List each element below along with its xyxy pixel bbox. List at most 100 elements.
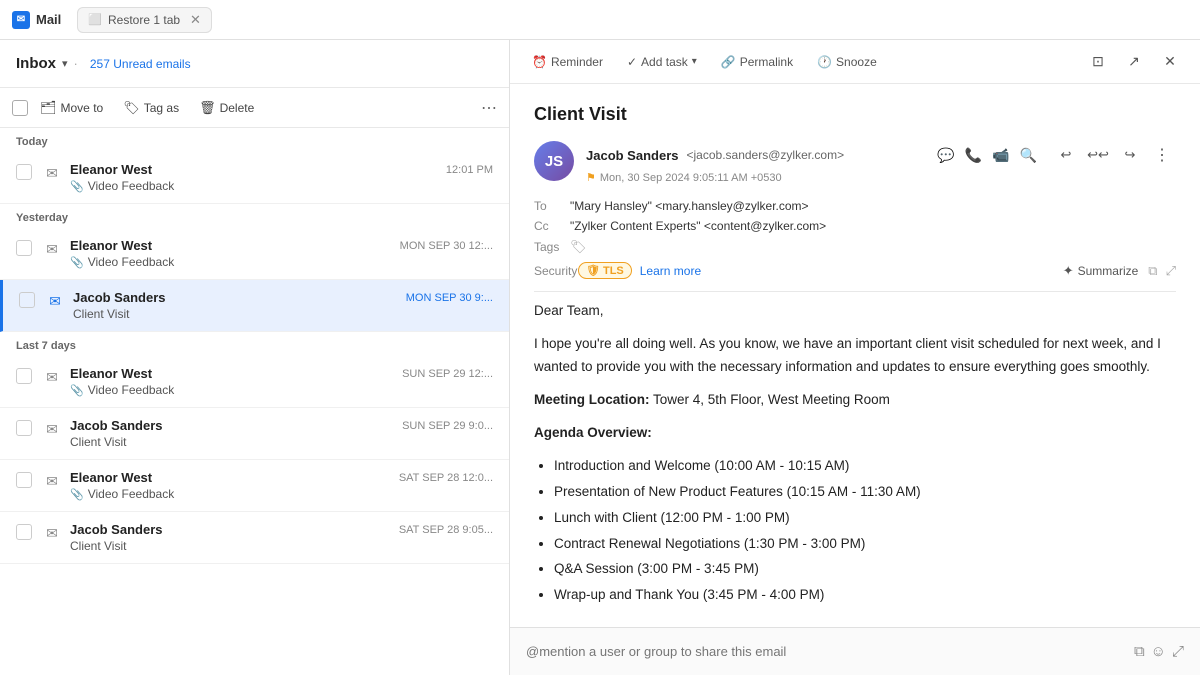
- summarize-share-icon: ⤢: [1166, 263, 1176, 279]
- tls-badge: 🛡 TLS: [578, 262, 632, 279]
- section-header-last7days: Last 7 days: [0, 332, 509, 356]
- list-item[interactable]: ✉ Jacob Sanders Client Visit SUN SEP 29 …: [0, 408, 509, 460]
- agenda-list: Introduction and Welcome (10:00 AM - 10:…: [554, 455, 1176, 608]
- reply-copy-icon[interactable]: ⧉: [1134, 643, 1145, 660]
- email-content: Eleanor West 📎 Video Feedback: [70, 470, 391, 501]
- email-content: Jacob Sanders Client Visit: [70, 522, 391, 553]
- move-to-label: Move to: [61, 101, 104, 115]
- email-time: SUN SEP 29 9:0...: [402, 420, 493, 432]
- reply-action-icons: ⧉ ☺ ⤢: [1134, 643, 1184, 660]
- list-item[interactable]: ✉ Eleanor West 📎 Video Feedback 12:01 PM: [0, 152, 509, 204]
- email-list: Today ✉ Eleanor West 📎 Video Feedback 12…: [0, 128, 509, 675]
- cc-value: "Zylker Content Experts" <content@zylker…: [570, 219, 1176, 233]
- email-subject-title: Client Visit: [534, 104, 1176, 125]
- email-content: Jacob Sanders Client Visit: [73, 290, 398, 321]
- app-icon: ✉: [12, 11, 30, 29]
- snooze-button[interactable]: 🕐 Snooze: [811, 51, 883, 73]
- avatar: JS: [534, 141, 574, 181]
- toolbar-left: ⏰ Reminder ✓ Add task ▾ 🔗 Permalink 🕐 Sn…: [526, 51, 1072, 73]
- attachment-icon: 📎: [70, 180, 84, 193]
- phone-icon[interactable]: 📞: [962, 144, 985, 167]
- sender-name: Jacob Sanders: [586, 148, 679, 163]
- forward-button[interactable]: ↪: [1116, 141, 1144, 169]
- reply-bar: ⧉ ☺ ⤢: [510, 627, 1200, 675]
- restore-tab-close[interactable]: ✕: [190, 12, 201, 28]
- email-checkbox[interactable]: [16, 472, 32, 488]
- date-text: Mon, 30 Sep 2024 9:05:11 AM +0530: [600, 172, 782, 184]
- inbox-caret-icon[interactable]: ▾: [62, 57, 68, 70]
- email-time: MON SEP 30 9:...: [406, 292, 493, 304]
- video-icon[interactable]: 📹: [989, 144, 1012, 167]
- delete-button[interactable]: 🗑 Delete: [191, 96, 262, 120]
- clock-icon: 🕐: [817, 55, 832, 69]
- more-actions-button[interactable]: ⋮: [1148, 141, 1176, 169]
- body-intro: I hope you're all doing well. As you kno…: [534, 333, 1176, 379]
- body-greeting: Dear Team,: [534, 300, 1176, 323]
- tag-as-button[interactable]: 🏷 Tag as: [115, 96, 187, 120]
- email-sender: Eleanor West: [70, 366, 394, 381]
- list-item[interactable]: ✉ Jacob Sanders Client Visit SAT SEP 28 …: [0, 512, 509, 564]
- tags-label: Tags: [534, 240, 570, 254]
- reply-emoji-icon[interactable]: ☺: [1151, 643, 1166, 660]
- popout-icon[interactable]: ↗: [1120, 48, 1148, 76]
- app-title-text: Mail: [36, 12, 61, 27]
- envelope-icon: ✉: [42, 367, 62, 387]
- list-item[interactable]: ✉ Eleanor West 📎 Video Feedback SUN SEP …: [0, 356, 509, 408]
- email-sender: Jacob Sanders: [70, 522, 391, 537]
- comment-icon[interactable]: 💬: [934, 144, 957, 167]
- envelope-icon: ✉: [42, 163, 62, 183]
- unread-count: 257 Unread emails: [90, 57, 191, 71]
- summarize-button[interactable]: ✦ Summarize ⧉ ⤢: [1063, 263, 1176, 279]
- list-item[interactable]: ✉ Jacob Sanders Client Visit MON SEP 30 …: [0, 280, 509, 332]
- email-checkbox[interactable]: [16, 368, 32, 384]
- email-sender: Eleanor West: [70, 470, 391, 485]
- reply-button[interactable]: ↩: [1052, 141, 1080, 169]
- restore-tab-button[interactable]: ⬜ Restore 1 tab ✕: [77, 7, 212, 33]
- email-subject: 📎 Video Feedback: [70, 383, 394, 397]
- shield-icon: 🛡: [586, 264, 600, 277]
- flag-icon: ⚑: [586, 171, 596, 184]
- delete-label: Delete: [220, 101, 255, 115]
- folder-icon: 🗂: [40, 100, 57, 116]
- email-checkbox[interactable]: [16, 240, 32, 256]
- email-time: SAT SEP 28 9:05...: [399, 524, 493, 536]
- reminder-button[interactable]: ⏰ Reminder: [526, 51, 609, 73]
- more-options-button[interactable]: ⋯: [481, 98, 497, 118]
- reminder-icon: ⏰: [532, 55, 547, 69]
- email-sender: Jacob Sanders: [73, 290, 398, 305]
- meeting-location: Meeting Location: Tower 4, 5th Floor, We…: [534, 389, 1176, 412]
- reply-input[interactable]: [526, 644, 1126, 659]
- tag-bookmark-icon: 🏷: [570, 239, 587, 255]
- security-label: Security: [534, 264, 570, 278]
- cc-row: Cc "Zylker Content Experts" <content@zyl…: [534, 216, 1176, 236]
- left-panel: Inbox ▾ · 257 Unread emails 🗂 Move to 🏷 …: [0, 40, 510, 675]
- learn-more-link[interactable]: Learn more: [640, 264, 701, 278]
- reply-share-icon[interactable]: ⤢: [1172, 643, 1184, 660]
- summarize-copy-icon: ⧉: [1148, 263, 1157, 279]
- list-item[interactable]: ✉ Eleanor West 📎 Video Feedback MON SEP …: [0, 228, 509, 280]
- envelope-icon: ✉: [42, 523, 62, 543]
- list-item[interactable]: ✉ Eleanor West 📎 Video Feedback SAT SEP …: [0, 460, 509, 512]
- email-subject: Client Visit: [70, 539, 391, 553]
- email-content: Eleanor West 📎 Video Feedback: [70, 162, 438, 193]
- search-in-email-icon[interactable]: 🔍: [1017, 144, 1040, 167]
- email-time: 12:01 PM: [446, 164, 493, 176]
- agenda-item: Contract Renewal Negotiations (1:30 PM -…: [554, 533, 1176, 556]
- dot-separator: ·: [74, 56, 78, 71]
- email-checkbox[interactable]: [19, 292, 35, 308]
- toolbar-right: ⊡ ↗ ✕: [1084, 48, 1184, 76]
- add-task-caret: ▾: [692, 56, 697, 67]
- expand-icon[interactable]: ⊡: [1084, 48, 1112, 76]
- permalink-button[interactable]: 🔗 Permalink: [715, 51, 799, 73]
- add-task-button[interactable]: ✓ Add task ▾: [621, 51, 703, 73]
- select-all-checkbox[interactable]: [12, 100, 28, 116]
- close-email-button[interactable]: ✕: [1156, 48, 1184, 76]
- email-sender: Eleanor West: [70, 238, 392, 253]
- reply-all-button[interactable]: ↩↩: [1084, 141, 1112, 169]
- snooze-label: Snooze: [836, 55, 877, 69]
- move-to-button[interactable]: 🗂 Move to: [32, 96, 111, 120]
- inbox-title: Inbox: [16, 55, 56, 72]
- email-checkbox[interactable]: [16, 420, 32, 436]
- email-checkbox[interactable]: [16, 164, 32, 180]
- email-checkbox[interactable]: [16, 524, 32, 540]
